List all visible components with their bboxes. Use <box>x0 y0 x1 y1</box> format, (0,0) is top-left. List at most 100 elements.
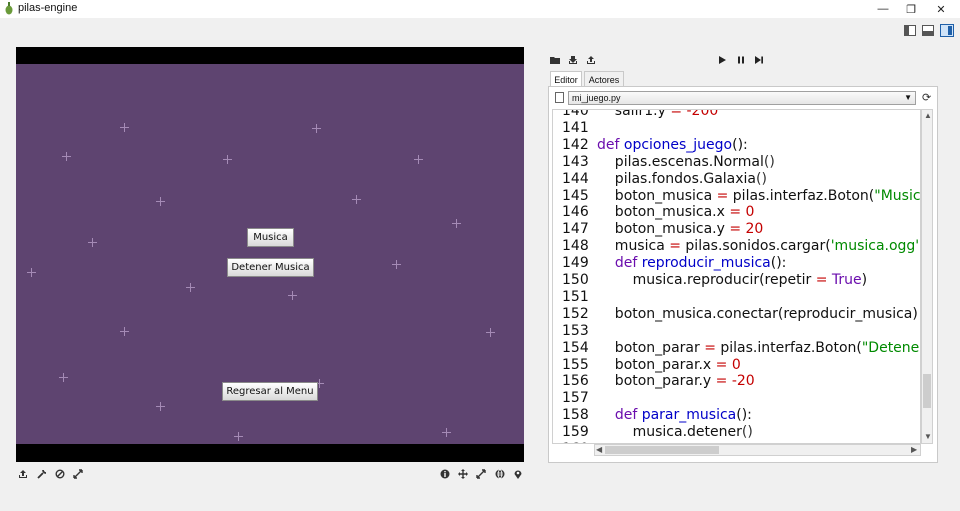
play-icon[interactable] <box>716 54 728 66</box>
chevron-down-icon: ▼ <box>904 93 912 102</box>
tab-editor[interactable]: Editor <box>550 71 582 87</box>
app-logo-icon <box>5 2 13 15</box>
move-icon[interactable] <box>457 468 469 480</box>
code-line[interactable]: 151 <box>553 288 920 306</box>
scroll-down-icon[interactable]: ▼ <box>924 432 932 441</box>
code-token: 20 <box>741 221 764 238</box>
code-line[interactable]: 156 boton_parar.y = -20 <box>553 373 920 390</box>
code-line[interactable]: 150 musica.reproducir(repetir = True) <box>553 272 920 289</box>
musica-button[interactable]: Musica <box>247 228 294 247</box>
star-decoration <box>312 124 321 133</box>
horizontal-scroll-thumb[interactable] <box>605 446 719 454</box>
star-decoration <box>288 291 297 300</box>
resize-icon[interactable] <box>72 468 84 480</box>
expand-icon[interactable] <box>475 468 487 480</box>
star-decoration <box>59 373 68 382</box>
restore-button[interactable]: ❐ <box>896 0 926 18</box>
code-editor[interactable]: 140 salir1.y = -200 141 142 def opciones_ju… <box>552 109 921 444</box>
code-line[interactable]: 159 musica.detener() <box>553 424 920 441</box>
horizontal-scrollbar[interactable]: ◀ ▶ <box>594 444 921 456</box>
scroll-right-icon[interactable]: ▶ <box>911 445 917 454</box>
save-icon[interactable] <box>567 54 579 66</box>
code-text: def parar_musica(): <box>597 407 752 424</box>
line-number: 148 <box>562 238 589 255</box>
code-text: boton_musica.y = 20 <box>597 221 764 238</box>
star-decoration <box>156 197 165 206</box>
window-title: pilas-engine <box>18 2 78 14</box>
pause-icon[interactable] <box>735 54 747 66</box>
line-number: 142 <box>562 136 589 153</box>
code-line[interactable]: 155 boton_parar.x = 0 <box>553 356 920 374</box>
code-token: pilas.interfaz.Boton( <box>715 339 862 356</box>
code-line[interactable]: 145 boton_musica = pilas.interfaz.Boton(… <box>553 187 920 205</box>
code-text: def reproducir_musica(): <box>597 255 787 272</box>
layout-left-icon[interactable] <box>904 25 916 36</box>
line-number: 158 <box>562 407 589 424</box>
line-number: 145 <box>562 187 589 204</box>
code-line[interactable]: 152 boton_musica.conectar(reproducir_mus… <box>553 305 920 323</box>
line-number: 153 <box>562 322 589 339</box>
pin-icon[interactable] <box>512 468 524 480</box>
line-number: 151 <box>562 288 589 305</box>
export-icon[interactable] <box>17 468 29 480</box>
code-line[interactable]: 147 boton_musica.y = 20 <box>553 221 920 238</box>
code-token: pilas.fondos.Galaxia <box>597 170 757 187</box>
code-line[interactable]: 146 boton_musica.x = 0 <box>553 204 920 221</box>
line-number: 156 <box>562 373 589 390</box>
file-select[interactable]: mi_juego.py ▼ <box>568 91 916 105</box>
line-number: 159 <box>562 424 589 441</box>
code-line[interactable]: 157 <box>553 390 920 407</box>
code-line[interactable]: 144 pilas.fondos.Galaxia() <box>553 170 920 188</box>
layout-bottom-icon[interactable] <box>922 25 934 36</box>
code-token: 0 <box>727 356 741 373</box>
info-icon[interactable] <box>439 468 451 480</box>
scroll-left-icon[interactable]: ◀ <box>596 445 602 454</box>
code-text: boton_parar.y = -20 <box>597 373 755 390</box>
code-line[interactable]: 148 musica = pilas.sonidos.cargar('music… <box>553 238 920 255</box>
folder-open-icon[interactable] <box>549 54 561 66</box>
code-token: () <box>756 170 767 187</box>
game-stage[interactable]: Musica Detener Musica Regresar al Menu <box>16 64 524 444</box>
line-number: 152 <box>562 305 589 322</box>
code-line[interactable]: 154 boton_parar = pilas.interfaz.Boton("… <box>553 339 920 357</box>
code-token: = <box>704 339 716 356</box>
code-token: boton_parar.x <box>597 356 716 373</box>
block-icon[interactable] <box>54 468 66 480</box>
code-line[interactable]: 141 <box>553 120 920 137</box>
code-line[interactable]: 149 def reproducir_musica(): <box>553 255 920 272</box>
vertical-scroll-thumb[interactable] <box>923 374 931 408</box>
code-text: musica.reproducir(repetir = True) <box>597 272 868 289</box>
game-canvas[interactable]: Musica Detener Musica Regresar al Menu <box>16 47 524 462</box>
vertical-scrollbar[interactable]: ▲ ▼ <box>921 109 933 444</box>
code-token: True <box>827 272 862 288</box>
code-line[interactable]: 140 salir1.y = -200 <box>553 109 920 120</box>
code-line[interactable]: 158 def parar_musica(): <box>553 407 920 424</box>
scroll-up-icon[interactable]: ▲ <box>924 111 932 120</box>
line-number: 149 <box>562 255 589 272</box>
code-text: musica = pilas.sonidos.cargar('musica.og… <box>597 238 920 255</box>
close-button[interactable]: ✕ <box>926 0 956 18</box>
step-icon[interactable] <box>753 54 765 66</box>
code-line[interactable]: 142 def opciones_juego(): <box>553 136 920 154</box>
export-icon[interactable] <box>585 54 597 66</box>
code-token: (): <box>732 136 748 153</box>
layout-right-icon[interactable] <box>940 24 954 37</box>
code-token: = <box>670 109 683 119</box>
star-decoration <box>120 327 129 336</box>
code-text: boton_musica.x = 0 <box>597 204 755 221</box>
minimize-button[interactable]: — <box>868 0 898 18</box>
globe-icon[interactable] <box>494 468 506 480</box>
code-token: ) <box>861 272 868 288</box>
code-text: boton_musica.conectar(reproducir_musica) <box>597 306 918 323</box>
detener-musica-button[interactable]: Detener Musica <box>227 258 314 277</box>
line-number: 140 <box>562 109 589 119</box>
star-decoration <box>223 155 232 164</box>
code-line[interactable]: 153 <box>553 322 920 340</box>
code-line[interactable]: 143 pilas.escenas.Normal() <box>553 154 920 171</box>
wrench-icon[interactable] <box>36 468 48 480</box>
tab-actores[interactable]: Actores <box>584 71 624 87</box>
regresar-menu-button[interactable]: Regresar al Menu <box>222 382 318 401</box>
reload-icon[interactable]: ⟳ <box>922 91 931 104</box>
code-token: = <box>729 204 742 221</box>
